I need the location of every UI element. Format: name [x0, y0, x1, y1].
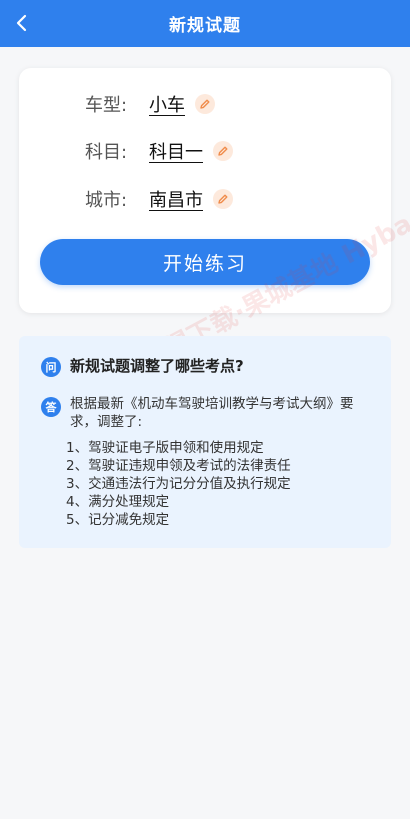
- city-value[interactable]: 南昌市: [149, 186, 203, 212]
- question-badge: 问: [41, 357, 61, 377]
- edit-pencil-icon[interactable]: [195, 94, 215, 114]
- subject-value[interactable]: 科目一: [149, 138, 203, 164]
- faq-question: 新规试题调整了哪些考点?: [70, 357, 244, 375]
- vehicle-type-value[interactable]: 小车: [149, 91, 185, 117]
- subject-row: 科目: 科目一: [85, 136, 233, 166]
- faq-panel: 问 新规试题调整了哪些考点? 答 根据最新《机动车驾驶培训教学与考试大纲》要求，…: [19, 336, 391, 548]
- edit-pencil-icon[interactable]: [213, 141, 233, 161]
- page-title: 新规试题: [169, 16, 241, 36]
- city-row: 城市: 南昌市: [85, 184, 233, 214]
- chevron-left-icon: [16, 14, 27, 32]
- list-item: 5、记分减免规定: [66, 512, 170, 528]
- top-bar: 新规试题: [0, 0, 410, 47]
- edit-pencil-icon[interactable]: [213, 189, 233, 209]
- vehicle-type-row: 车型: 小车: [85, 89, 215, 119]
- faq-answer-list: 1、驾驶证电子版申领和使用规定 2、驾驶证违规申领及考试的法律责任 3、交通违法…: [66, 439, 291, 529]
- list-item: 4、满分处理规定: [66, 494, 170, 510]
- list-item: 3、交通违法行为记分分值及执行规定: [66, 476, 291, 492]
- settings-card: 车型: 小车 科目: 科目一 城市: 南昌市 开始练习 记得下载·果城基地 Hy…: [19, 68, 410, 377]
- faq-answer-intro: 根据最新《机动车驾驶培训教学与考试大纲》要求，调整了:: [70, 396, 354, 430]
- answer-badge: 答: [41, 397, 61, 417]
- vehicle-type-label: 车型:: [85, 95, 128, 116]
- subject-label: 科目:: [85, 142, 128, 163]
- start-practice-button[interactable]: 开始练习: [40, 239, 370, 285]
- back-button[interactable]: [6, 7, 38, 39]
- city-label: 城市:: [85, 190, 128, 211]
- list-item: 2、驾驶证违规申领及考试的法律责任: [66, 458, 291, 474]
- list-item: 1、驾驶证电子版申领和使用规定: [66, 440, 264, 456]
